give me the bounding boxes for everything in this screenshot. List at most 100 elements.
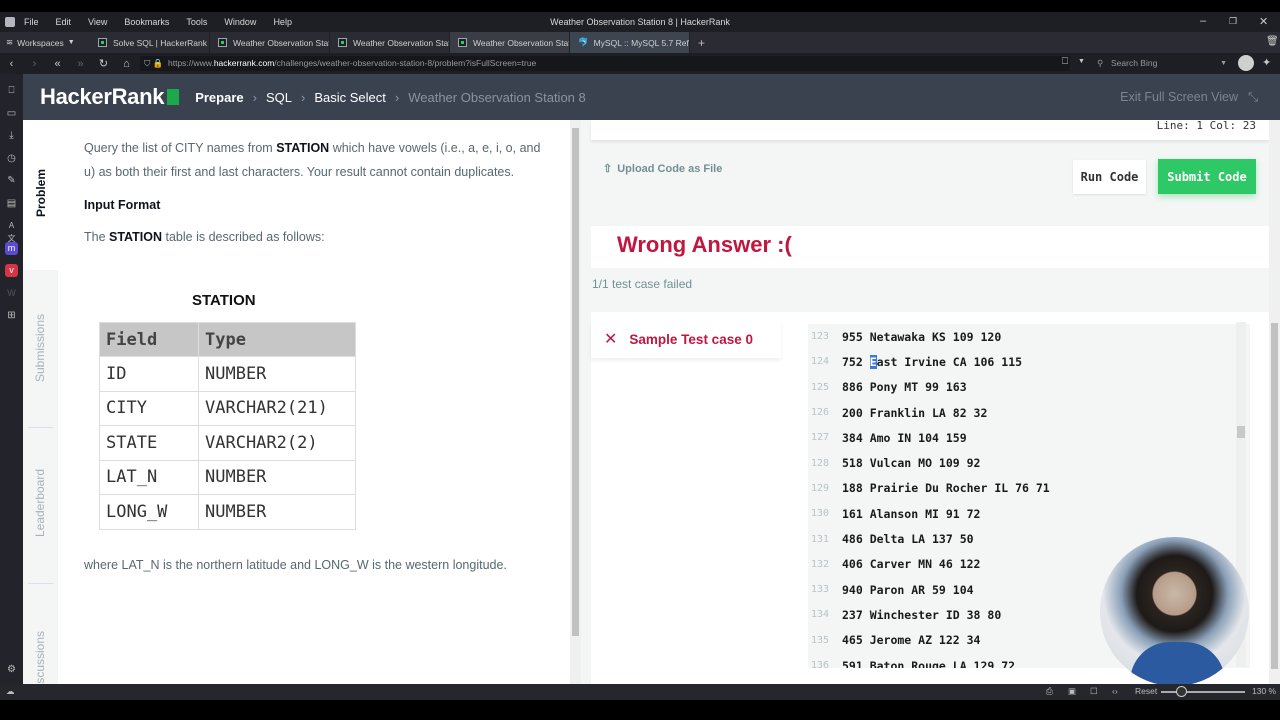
browser-tab[interactable]: Weather Observation Static (210, 32, 330, 53)
zoom-reset-button[interactable]: Reset (1135, 686, 1157, 696)
workspaces-button[interactable]: ≋ Workspaces ▼ (0, 37, 90, 48)
right-scrollbar[interactable] (1269, 120, 1280, 684)
chevron-down-icon[interactable]: ▼ (1078, 58, 1085, 65)
forward-icon[interactable]: › (23, 58, 46, 70)
zoom-slider-handle[interactable] (1176, 686, 1187, 697)
address-bar: ‹ › « » ↻ ⌂ ⛉ 🔒 https://www.hackerrank.c… (0, 53, 1280, 74)
settings-gear-icon[interactable]: ⚙ (5, 663, 18, 676)
fast-forward-icon[interactable]: » (69, 58, 92, 70)
add-panel-icon[interactable]: ⊞ (5, 309, 18, 322)
hackerrank-logo[interactable]: HackerRank (40, 84, 180, 110)
station-table-title: STATION (192, 292, 256, 309)
code-icon[interactable]: ‹› (1112, 686, 1118, 696)
extensions-icon[interactable]: ✦ (1262, 56, 1271, 69)
submit-code-button[interactable]: Submit Code (1158, 159, 1256, 194)
tiling-icon[interactable]: ☐ (1090, 686, 1098, 697)
output-line: 126 200 Franklin LA 82 32 (808, 400, 1250, 425)
output-text: 752 East Irvine CA 106 115 (842, 354, 1023, 369)
chevron-right-icon: › (394, 89, 400, 105)
vivaldi-logo-icon[interactable] (5, 17, 15, 27)
browser-tab[interactable]: Solve SQL | HackerRank (90, 32, 210, 53)
bookmarks-panel-icon[interactable]: ⎕ (5, 84, 18, 97)
reading-list-icon[interactable]: ▭ (5, 107, 18, 120)
breadcrumb-sql[interactable]: SQL (266, 90, 292, 105)
new-tab-icon[interactable]: + (698, 36, 705, 50)
zoom-slider[interactable] (1161, 691, 1245, 693)
output-text: 886 Pony MT 99 163 (842, 380, 967, 395)
output-line: 124 752 East Irvine CA 106 115 (808, 349, 1250, 374)
history-icon[interactable]: ◷ (5, 152, 18, 165)
profile-avatar[interactable] (1238, 55, 1254, 71)
rewind-icon[interactable]: « (46, 58, 69, 70)
line-number: 131 (811, 533, 830, 545)
lock-icon: ⛉ 🔒 (144, 58, 164, 68)
exit-fullscreen-button[interactable]: Exit Full Screen View ⤡ (1120, 90, 1258, 105)
text-selection: E (869, 354, 877, 369)
browser-tab[interactable]: Weather Observation Static (330, 32, 450, 53)
translate-icon[interactable]: A文 (5, 219, 18, 243)
capture-icon[interactable]: ⎙ (1046, 686, 1053, 697)
table-header: Field (99, 322, 199, 357)
line-number: 128 (811, 457, 830, 469)
menu-view[interactable]: View (88, 17, 107, 27)
webcam-overlay (1100, 537, 1249, 686)
zoom-level: 130 % (1252, 686, 1277, 696)
chevron-down-icon: ▼ (1220, 60, 1227, 67)
line-number: 135 (811, 634, 830, 646)
upload-code-button[interactable]: ⇧ Upload Code as File (603, 162, 722, 175)
menu-help[interactable]: Help (273, 17, 292, 27)
output-line: 128 518 Vulcan MO 109 92 (808, 450, 1250, 475)
line-number: 134 (811, 609, 830, 621)
tab-submissions[interactable]: Submissions (23, 305, 58, 390)
notes-icon[interactable]: ✎ (5, 174, 18, 187)
line-number: 124 (811, 356, 830, 368)
menu-tools[interactable]: Tools (186, 17, 207, 27)
hackerrank-favicon-icon (458, 38, 467, 47)
wikipedia-icon[interactable]: W (5, 287, 18, 300)
browser-tab-active[interactable]: Weather Observation Static (450, 32, 570, 53)
home-icon[interactable]: ⌂ (115, 58, 138, 70)
browser-tab[interactable]: 🐬MySQL :: MySQL 5.7 Refere (570, 32, 690, 53)
breadcrumb-prepare[interactable]: Prepare (195, 90, 243, 105)
line-number: 129 (811, 482, 830, 494)
menu-window[interactable]: Window (224, 17, 256, 27)
search-input[interactable]: ⚲ Search Bing ▼ (1095, 56, 1235, 71)
close-window-icon[interactable]: ✕ (1259, 15, 1268, 28)
minimize-icon[interactable]: – (1200, 15, 1206, 27)
menu-bar: File Edit View Bookmarks Tools Window He… (0, 12, 1280, 32)
tab-problem[interactable]: Problem (23, 150, 58, 235)
table-row: STATE VARCHAR2(2) (99, 425, 356, 461)
downloads-icon[interactable]: ⤓ (5, 129, 18, 142)
menu-file[interactable]: File (24, 17, 39, 27)
testcase-tab[interactable]: ✕ Sample Test case 0 (591, 320, 781, 358)
reload-icon[interactable]: ↻ (92, 57, 115, 70)
chevron-right-icon: › (300, 89, 306, 105)
output-text: 384 Amo IN 104 159 (842, 430, 967, 445)
url-input[interactable]: ⛉ 🔒 https://www.hackerrank.com/challenge… (140, 56, 1070, 71)
sync-cloud-icon[interactable]: ☁ (6, 686, 15, 697)
window-panel-icon[interactable]: ▤ (5, 197, 18, 210)
trash-icon[interactable]: 🗑 (1266, 36, 1279, 47)
back-icon[interactable]: ‹ (0, 58, 23, 70)
tab-leaderboard[interactable]: Leaderboard (23, 460, 58, 545)
mastodon-icon[interactable]: m (5, 242, 18, 255)
verdict-banner: Wrong Answer :( (591, 226, 1269, 268)
menu-edit[interactable]: Edit (56, 17, 72, 27)
workspaces-icon: ≋ (6, 37, 14, 47)
table-row: CITY VARCHAR2(21) (99, 390, 356, 426)
left-scrollbar[interactable] (570, 120, 581, 684)
output-line: 127 384 Amo IN 104 159 (808, 425, 1250, 450)
line-number: 133 (811, 584, 830, 596)
search-icon: ⚲ (1097, 58, 1104, 68)
vivaldi-icon[interactable]: v (5, 264, 18, 277)
menu-bookmarks[interactable]: Bookmarks (124, 17, 169, 27)
bookmark-icon[interactable]: ⎕ (1062, 56, 1068, 67)
problem-statement: Query the list of CITY names from STATIO… (84, 141, 541, 179)
image-icon[interactable]: ▣ (1068, 686, 1076, 697)
breadcrumb-current: Weather Observation Station 8 (408, 89, 586, 105)
restore-icon[interactable]: ❐ (1229, 16, 1237, 27)
breadcrumb-basic-select[interactable]: Basic Select (314, 90, 386, 105)
problem-panel: Problem Submissions Leaderboard Discussi… (23, 120, 581, 695)
run-code-button[interactable]: Run Code (1073, 160, 1146, 194)
output-text: 591 Baton Rouge LA 129 72 (842, 658, 1016, 669)
